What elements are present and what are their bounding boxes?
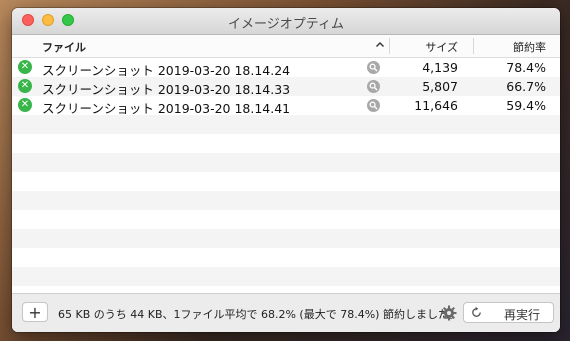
status-footer: + 65 KB のうち 44 KB、1ファイル平均で 68.2% (最大で 78… [12,293,560,332]
sort-ascending-icon[interactable] [375,40,385,50]
file-list: ✕ スクリーンショット 2019-03-20 18.14.24 4,139 78.4%… [12,58,560,305]
table-header: ファイル サイズ 節約率 [12,35,560,58]
empty-row [12,134,560,153]
empty-row [12,172,560,191]
column-separator[interactable] [389,38,390,54]
optimize-again-label: 再実行 [504,308,541,322]
file-saving: 66.7% [506,79,546,94]
column-header-file[interactable]: ファイル [42,39,86,55]
empty-row [12,210,560,229]
file-size: 11,646 [414,98,458,113]
savings-summary: 65 KB のうち 44 KB、1ファイル平均で 68.2% (最大で 78.4… [58,308,460,321]
optimize-again-button[interactable]: 再実行 [463,302,554,323]
magnifier-icon[interactable] [367,61,380,74]
title-bar[interactable]: イメージオプティム [12,8,560,35]
error-x-icon: ✕ [18,60,32,74]
empty-row [12,115,560,134]
refresh-icon [472,306,481,317]
empty-row [12,267,560,286]
file-size: 4,139 [422,60,458,75]
empty-row [12,153,560,172]
file-row[interactable]: ✕ スクリーンショット 2019-03-20 18.14.41 11,646 59.4… [12,96,560,116]
empty-row [12,229,560,248]
error-x-icon: ✕ [18,79,32,93]
column-header-size[interactable]: サイズ [402,39,458,55]
window-title: イメージオプティム [228,17,344,32]
column-separator[interactable] [473,38,474,54]
file-row[interactable]: ✕ スクリーンショット 2019-03-20 18.14.24 4,139 78.4% [12,58,560,78]
add-file-button[interactable]: + [22,302,48,322]
empty-row [12,191,560,210]
magnifier-icon[interactable] [367,80,380,93]
error-x-icon: ✕ [18,98,32,112]
app-window: イメージオプティム ファイル サイズ 節約率 ✕ スクリーンショット 2019-0… [12,8,560,332]
magnifier-icon[interactable] [367,99,380,112]
file-row[interactable]: ✕ スクリーンショット 2019-03-20 18.14.33 5,807 66.7% [12,77,560,97]
empty-row [12,248,560,267]
file-saving: 78.4% [506,60,546,75]
file-saving: 59.4% [506,98,546,113]
column-header-saving[interactable]: 節約率 [482,39,546,55]
gear-icon[interactable] [441,305,457,321]
file-size: 5,807 [422,79,458,94]
